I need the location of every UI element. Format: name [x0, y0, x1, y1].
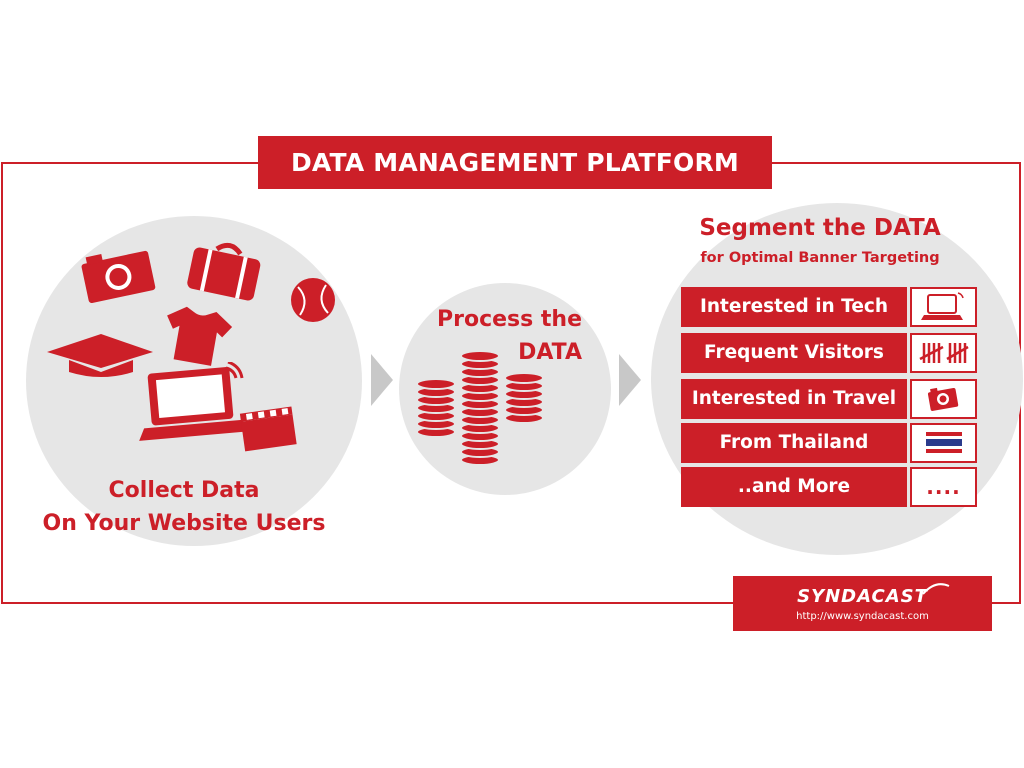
segment-label: Interested in Travel — [681, 379, 907, 419]
laptop-icon — [910, 287, 977, 327]
segment-row-more: ..and More .... — [681, 467, 977, 507]
ball-icon — [291, 278, 335, 322]
segment-subtitle: for Optimal Banner Targeting — [700, 250, 940, 266]
more-dots-icon: .... — [910, 467, 977, 507]
syndacast-logo: SYNDACAST http://www.syndacast.com — [733, 576, 992, 631]
camera-icon — [910, 379, 977, 419]
laptop-icon — [139, 362, 248, 441]
segment-row-tech: Interested in Tech — [681, 287, 977, 327]
segment-label: From Thailand — [681, 423, 907, 463]
arrow-right-icon — [371, 354, 393, 406]
camera-icon — [81, 250, 156, 303]
collect-line2: On Your Website Users — [42, 511, 326, 536]
logo-url[interactable]: http://www.syndacast.com — [733, 611, 992, 622]
thailand-flag-icon — [910, 423, 977, 463]
segment-row-frequent: Frequent Visitors — [681, 333, 977, 373]
collect-line1: Collect Data — [108, 478, 260, 503]
more-dots-text: .... — [926, 475, 961, 499]
segment-title: Segment the DATA — [699, 215, 941, 241]
logo-name: SYNDACAST — [797, 586, 928, 607]
segment-row-thailand: From Thailand — [681, 423, 977, 463]
segment-label: ..and More — [681, 467, 907, 507]
process-line1: Process the — [437, 307, 582, 332]
arrow-right-icon — [619, 354, 641, 406]
diagram-title: DATA MANAGEMENT PLATFORM (DMP) — [258, 136, 772, 230]
segment-label: Frequent Visitors — [681, 333, 907, 373]
segment-row-travel: Interested in Travel — [681, 379, 977, 419]
segment-label: Interested in Tech — [681, 287, 907, 327]
luggage-icon — [187, 242, 261, 301]
database-stack-icon — [416, 350, 544, 466]
shirt-icon — [167, 306, 233, 366]
tally-icon — [910, 333, 977, 373]
film-clapper-icon — [239, 406, 297, 452]
collect-caption: Collect Data On Your Website Users — [26, 474, 342, 540]
